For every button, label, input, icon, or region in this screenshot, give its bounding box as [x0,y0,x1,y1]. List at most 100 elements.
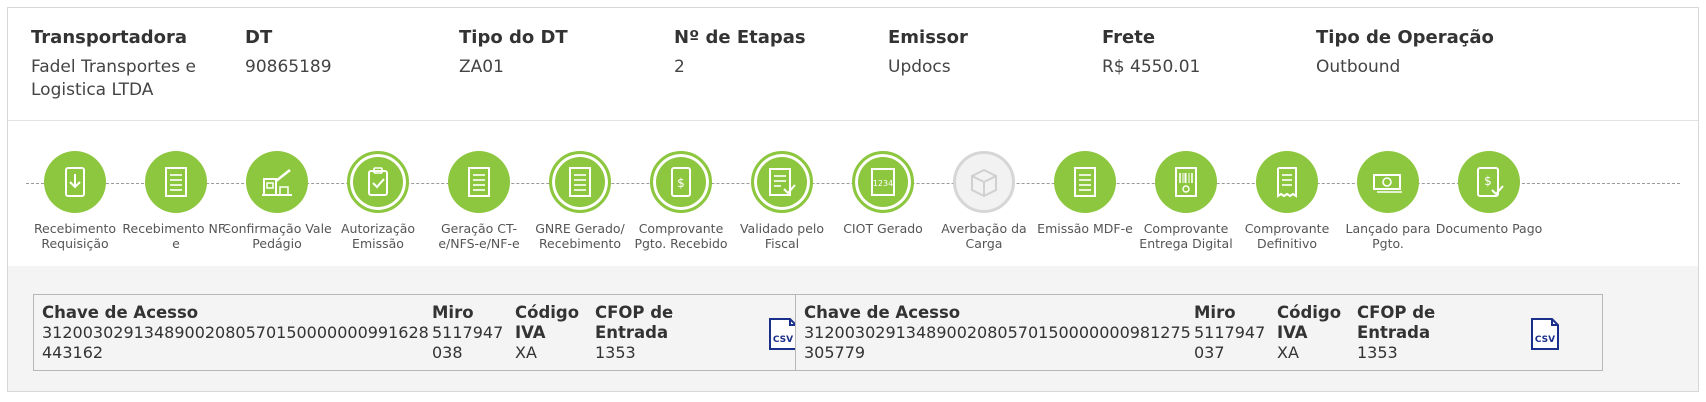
timeline-step[interactable]: 1234 CIOT Gerado [828,151,938,236]
timeline-step[interactable]: $ Comprovante Pgto. Recebido [626,151,736,251]
paid-document-icon: $ [1477,167,1504,197]
iva-label: Código IVA [515,303,580,342]
step-label: Comprovante Definitivo [1244,221,1330,251]
info-value: 2 [674,57,685,77]
receipt-icon [1277,167,1297,198]
info-dt: DT 90865189 [245,26,445,79]
cfop-column: CFOP de Entrada 1353 [1357,303,1457,363]
step-label: Comprovante Pgto. Recebido [634,221,728,251]
iva-column: Código IVA XA [515,303,593,363]
step-label: Confirmação Vale Pedágio [222,221,332,251]
timeline-step[interactable]: Averbação da Carga [929,151,1039,251]
step-label: Recebimento Requisição [33,221,117,251]
info-label: DT [245,27,273,48]
timeline-step[interactable]: Emissão MDF-e [1030,151,1140,236]
step-label: Documento Pago [1435,221,1543,236]
miro-column: Miro 5117947037 [1194,303,1274,363]
cfop-value: 1353 [1357,343,1398,362]
info-emissor: Emissor Updocs [888,26,1088,79]
timeline-step[interactable]: GNRE Gerado/ Recebimento [525,151,635,251]
chave-column: Chave de Acesso 312003029134890020805701… [804,303,1192,363]
dt-detail-panel: Transportadora Fadel Transportes e Logis… [7,7,1699,392]
receipt-dollar-icon: $ [671,167,691,197]
iva-value: XA [515,343,537,362]
timeline-step[interactable]: Comprovante Definitivo [1232,151,1342,251]
step-label: Comprovante Entrega Digital [1139,221,1233,251]
timeline-step[interactable]: Recebimento NF-e [121,151,231,251]
miro-value: 5117947037 [1194,323,1266,362]
step-circle [1357,151,1419,213]
chave-value: 3120030291348900208057015000000098127530… [804,323,1191,362]
access-key-card: Chave de Acesso 312003029134890020805701… [33,294,841,371]
csv-icon-text: CSV [1535,335,1555,345]
step-circle [549,151,611,213]
access-key-card: Chave de Acesso 312003029134890020805701… [795,294,1603,371]
step-label: Validado pelo Fiscal [739,221,825,251]
info-label: Emissor [888,27,968,48]
document-lines-icon [1074,167,1096,197]
step-label: Autorização Emissão [340,221,416,251]
csv-file-icon[interactable]: CSV [768,317,798,351]
timeline-step[interactable]: Autorização Emissão [323,151,433,251]
miro-label: Miro [1194,303,1236,322]
cfop-label: CFOP de Entrada [1357,303,1436,342]
status-timeline: Recebimento Requisição Recebimento NF-e [8,121,1698,266]
document-lines-icon [569,167,591,197]
info-label: Tipo de Operação [1316,27,1494,48]
info-value: R$ 4550.01 [1102,57,1201,77]
chave-label: Chave de Acesso [42,303,199,322]
cfop-label: CFOP de Entrada [595,303,674,342]
miro-value: 5117947038 [432,323,504,362]
info-transportadora: Transportadora Fadel Transportes e Logis… [31,26,231,102]
csv-file-icon[interactable]: CSV [1530,317,1560,351]
info-label: Nº de Etapas [674,27,806,48]
step-circle: $ [1458,151,1520,213]
money-bill-icon [1373,174,1402,193]
document-lines-icon [468,167,490,197]
iva-column: Código IVA XA [1277,303,1355,363]
svg-text:$: $ [677,176,685,190]
clipboard-check-icon [368,167,388,196]
step-circle [448,151,510,213]
step-circle [1155,151,1217,213]
step-label: GNRE Gerado/ Recebimento [535,221,625,251]
dt-info-row: Transportadora Fadel Transportes e Logis… [8,8,1698,121]
step-circle [246,151,308,213]
chave-column: Chave de Acesso 312003029134890020805701… [42,303,430,363]
miro-column: Miro 5117947038 [432,303,512,363]
timeline-step[interactable]: Recebimento Requisição [20,151,130,251]
step-circle [953,151,1015,213]
step-circle: 1234 [852,151,914,213]
info-value: Updocs [888,57,951,77]
box-icon [971,168,997,198]
timeline-step[interactable]: $ Documento Pago [1434,151,1544,236]
cfop-column: CFOP de Entrada 1353 [595,303,695,363]
chave-label: Chave de Acesso [804,303,961,322]
info-label: Transportadora [31,27,188,48]
download-document-icon [65,167,85,197]
step-label: Geração CT-e/NFS-e/NF-e [438,221,520,251]
iva-label: Código IVA [1277,303,1342,342]
step-label: Emissão MDF-e [1037,221,1133,236]
iva-value: XA [1277,343,1299,362]
timeline-step[interactable]: Geração CT-e/NFS-e/NF-e [424,151,534,251]
timeline-step[interactable]: Validado pelo Fiscal [727,151,837,251]
svg-text:$: $ [1484,174,1492,188]
info-frete: Frete R$ 4550.01 [1102,26,1302,79]
timeline-step[interactable]: Comprovante Entrega Digital [1131,151,1241,251]
step-circle [347,151,409,213]
step-label: Averbação da Carga [941,221,1027,251]
info-etapas: Nº de Etapas 2 [674,26,874,79]
info-value: ZA01 [459,57,504,77]
chave-value: 3120030291348900208057015000000099162844… [42,323,429,362]
step-circle [44,151,106,213]
timeline-step[interactable]: Lançado para Pgto. [1333,151,1443,251]
info-value: Outbound [1316,57,1401,77]
timeline-step[interactable]: Confirmação Vale Pedágio [222,151,332,251]
miro-label: Miro [432,303,474,322]
step-circle [1256,151,1318,213]
step-label: Lançado para Pgto. [1345,221,1431,251]
info-label: Tipo do DT [459,27,568,48]
ciot-number-icon: 1234 [871,168,895,196]
document-check-icon [769,168,796,196]
